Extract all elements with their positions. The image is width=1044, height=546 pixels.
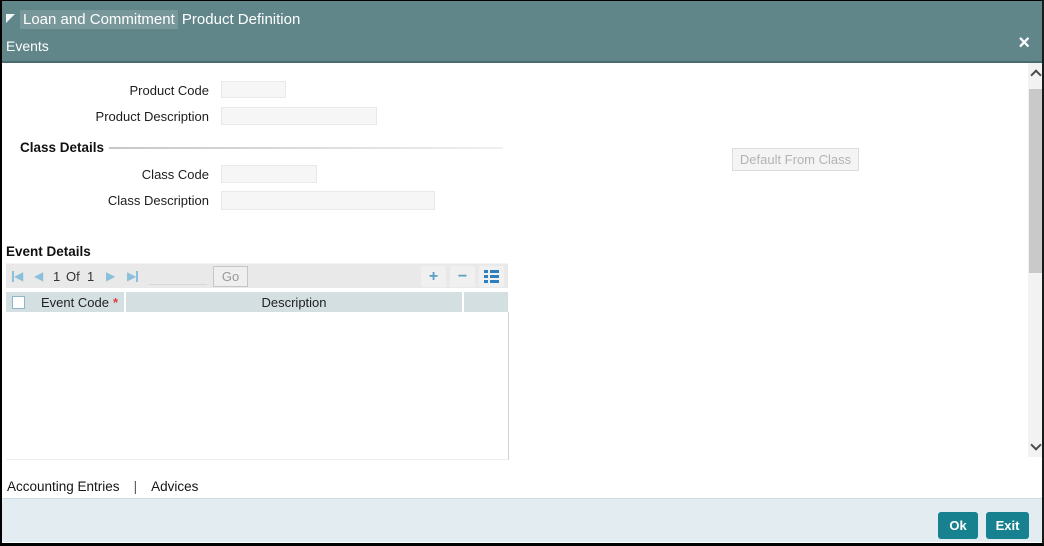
go-button[interactable]: Go — [213, 266, 248, 287]
event-grid-toolbar: ◀ ◀ 1 Of 1 ▶ ▶ Go + − — [6, 263, 508, 288]
previous-page-icon[interactable]: ◀ — [34, 268, 43, 284]
single-view-icon[interactable] — [479, 266, 504, 287]
class-description-label: Class Description — [107, 193, 209, 208]
footer-bar: Ok Exit — [2, 498, 1042, 542]
subscreen-links: Accounting Entries | Advices — [7, 479, 198, 494]
scroll-down-icon[interactable] — [1030, 439, 1042, 451]
subscreen-title: Events — [6, 38, 49, 54]
required-marker: * — [112, 294, 118, 310]
title-bar: Loan and Commitment Product Definition E… — [2, 1, 1042, 63]
product-description-label: Product Description — [95, 109, 209, 124]
event-code-column-label: Event Code — [41, 294, 109, 310]
product-code-label: Product Code — [129, 83, 210, 98]
events-dialog: Loan and Commitment Product Definition E… — [0, 0, 1044, 546]
total-pages: 1 — [87, 269, 95, 284]
event-table-body[interactable] — [6, 312, 509, 460]
advices-link[interactable]: Advices — [151, 479, 198, 494]
goto-page-input[interactable] — [149, 268, 207, 285]
vertical-scrollbar[interactable] — [1028, 63, 1042, 457]
product-code-field[interactable] — [221, 81, 286, 98]
default-from-class-button[interactable]: Default From Class — [732, 148, 859, 171]
description-column-label: Description — [261, 294, 327, 310]
first-page-icon[interactable]: ◀ — [12, 268, 23, 284]
select-all-checkbox[interactable] — [12, 295, 25, 309]
description-column-header: Description — [126, 292, 462, 312]
class-description-field[interactable] — [221, 191, 435, 210]
next-page-icon[interactable]: ▶ — [106, 268, 115, 284]
event-table-header: Event Code * Description — [6, 292, 508, 312]
details-list-icon — [484, 270, 499, 284]
accounting-entries-link[interactable]: Accounting Entries — [7, 479, 120, 494]
current-page: 1 — [53, 269, 61, 284]
scroll-up-icon[interactable] — [1030, 69, 1042, 81]
page-title: Loan and Commitment Product Definition — [20, 10, 301, 29]
delete-row-icon[interactable]: − — [450, 266, 475, 287]
class-code-field[interactable] — [221, 165, 317, 183]
add-row-icon[interactable]: + — [421, 266, 446, 287]
class-details-rule — [109, 147, 503, 149]
class-code-label: Class Code — [141, 167, 209, 182]
page-title-screen: Product Definition — [181, 11, 301, 28]
links-separator: | — [133, 479, 138, 494]
page-of-label: Of — [66, 269, 80, 284]
ok-button[interactable]: Ok — [938, 512, 978, 539]
event-details-heading: Event Details — [6, 244, 91, 259]
window-cursor-icon — [6, 14, 15, 23]
exit-button[interactable]: Exit — [986, 512, 1029, 539]
last-page-icon[interactable]: ▶ — [127, 268, 139, 284]
class-details-heading: Class Details — [20, 140, 105, 155]
select-column-header — [6, 292, 34, 312]
scrollbar-thumb[interactable] — [1029, 89, 1042, 273]
spacer-column-header — [464, 292, 508, 312]
product-description-field[interactable] — [221, 107, 377, 125]
event-code-column-header: Event Code * — [34, 292, 124, 312]
close-icon[interactable]: × — [1014, 32, 1034, 54]
page-title-module: Loan and Commitment — [20, 10, 178, 29]
